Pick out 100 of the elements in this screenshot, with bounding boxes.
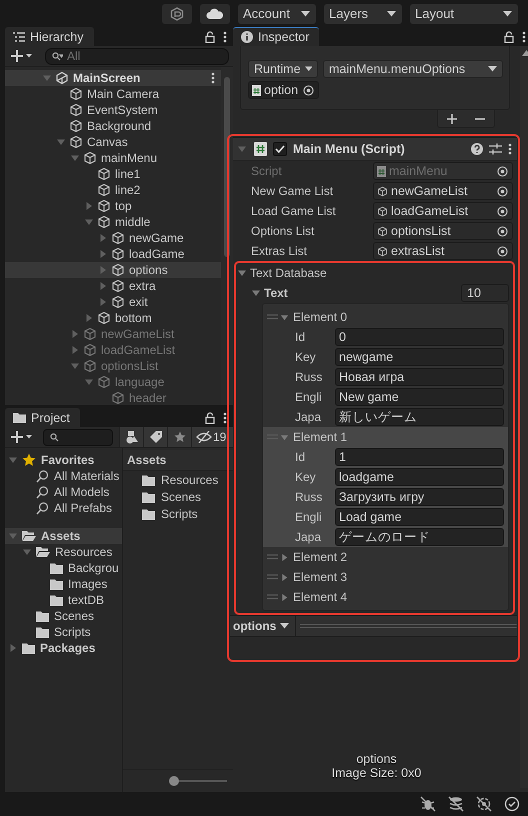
list-element[interactable]: Element 1 Id 1 Key loadgame Russ Загрузить игру Engli Load game Japa ゲームのロード	[263, 427, 508, 547]
text-field[interactable]: 0	[335, 328, 504, 346]
panel-tab[interactable]: Hierarchy	[5, 27, 94, 46]
folder-list-item[interactable]: Scripts	[123, 506, 233, 522]
panel-tab[interactable]: Inspector	[233, 27, 320, 46]
text-field[interactable]: Load game	[335, 508, 504, 526]
text-field[interactable]: Новая игра	[335, 368, 504, 386]
hierarchy-item[interactable]: EventSystem	[5, 102, 221, 118]
search-field[interactable]: All	[45, 48, 229, 64]
list-size-field[interactable]: 10	[461, 284, 509, 302]
hidden-count-button[interactable]: 19	[191, 427, 233, 447]
list-element[interactable]: Element 2	[263, 547, 508, 567]
target-icon[interactable]	[497, 246, 508, 256]
search-field[interactable]	[43, 428, 113, 446]
caret-right-icon[interactable]	[279, 572, 290, 582]
cloud-button[interactable]	[200, 4, 230, 24]
search-input[interactable]: All	[67, 49, 222, 63]
object-field[interactable]: newGameList	[373, 182, 513, 200]
text-field[interactable]: 1	[335, 448, 504, 466]
add-item-button[interactable]	[447, 114, 457, 124]
check-circle-icon[interactable]	[504, 796, 520, 812]
hierarchy-item[interactable]: exit	[5, 294, 221, 310]
caret-right-icon[interactable]	[279, 592, 290, 602]
tag-filter-button[interactable]	[143, 427, 167, 447]
scroll-up-icon[interactable]	[522, 50, 528, 56]
hierarchy-item[interactable]: top	[5, 198, 221, 214]
hexagon-logo-button[interactable]	[162, 4, 192, 24]
project-tree-item[interactable]: Favorites	[5, 452, 122, 468]
dropdown-button[interactable]: Account	[238, 4, 316, 24]
project-tree-item[interactable]: textDB	[5, 592, 122, 608]
target-icon[interactable]	[497, 166, 508, 176]
target-icon[interactable]	[303, 84, 314, 96]
folder-list-item[interactable]: Scenes	[123, 489, 233, 505]
panel-tab[interactable]: Project	[5, 408, 80, 427]
text-field[interactable]: Загрузить игру	[335, 488, 504, 506]
text-field[interactable]: newgame	[335, 348, 504, 366]
object-field[interactable]: loadGameList	[373, 202, 513, 220]
checkbox[interactable]	[273, 142, 287, 156]
target-icon[interactable]	[497, 186, 508, 196]
caret-right-icon[interactable]	[279, 552, 290, 562]
list-element[interactable]: Element 0 Id 0 Key newgame Russ Новая игра Engli New game Japa 新しいゲーム	[263, 307, 508, 427]
text-field[interactable]: ゲームのロード	[335, 528, 504, 546]
project-tree-item[interactable]: Backgrou	[5, 560, 122, 576]
text-field[interactable]: 新しいゲーム	[335, 408, 504, 426]
more-icon[interactable]	[223, 30, 227, 42]
list-element[interactable]: Element 3	[263, 567, 508, 587]
add-button[interactable]	[9, 431, 35, 443]
hierarchy-item[interactable]: bottom	[5, 310, 221, 326]
object-field[interactable]: option	[248, 81, 319, 99]
dropdown-button[interactable]: Layout	[410, 4, 518, 24]
hierarchy-item[interactable]: Main Camera	[5, 86, 221, 102]
hierarchy-item[interactable]: middle	[5, 214, 221, 230]
help-icon[interactable]	[471, 143, 483, 155]
drag-handle-icon[interactable]	[267, 594, 278, 600]
add-button[interactable]	[9, 50, 35, 62]
hierarchy-item[interactable]: options	[5, 262, 221, 278]
more-icon[interactable]	[508, 143, 512, 155]
network-crossed-icon[interactable]	[476, 796, 492, 812]
lock-icon[interactable]	[205, 30, 215, 42]
component-header[interactable]: Main Menu (Script)	[233, 137, 517, 161]
lock-icon[interactable]	[205, 412, 215, 424]
object-field[interactable]: extrasList	[373, 242, 513, 260]
target-icon[interactable]	[497, 206, 508, 216]
project-tree-item[interactable]: Scenes	[5, 608, 122, 624]
dropdown-button[interactable]: Layers	[324, 4, 402, 24]
project-tree-item[interactable]: Resources	[5, 544, 122, 560]
resize-grip-icon[interactable]	[300, 624, 517, 628]
project-tree-item[interactable]: Images	[5, 576, 122, 592]
hierarchy-item[interactable]: newGame	[5, 230, 221, 246]
object-field[interactable]: optionsList	[373, 222, 513, 240]
list-label[interactable]: Text	[264, 286, 288, 300]
sliders-icon[interactable]	[489, 143, 502, 155]
project-tree-item[interactable]: Packages	[5, 640, 122, 656]
folder-list-item[interactable]: Resources	[123, 472, 233, 488]
more-icon[interactable]	[522, 30, 526, 42]
hierarchy-item[interactable]: MainScreen	[5, 70, 221, 86]
project-tree-item[interactable]: All Materials	[5, 468, 122, 484]
hierarchy-item[interactable]: extra	[5, 278, 221, 294]
hierarchy-item[interactable]: loadGame	[5, 246, 221, 262]
dropdown[interactable]: options	[230, 616, 296, 636]
text-field[interactable]: New game	[335, 388, 504, 406]
slider-thumb[interactable]	[169, 776, 179, 786]
foldout-label[interactable]: Text Database	[250, 266, 327, 280]
drag-handle-icon[interactable]	[267, 554, 278, 560]
hierarchy-item[interactable]: Background	[5, 118, 221, 134]
dropdown[interactable]: mainMenu.menuOptions	[323, 60, 503, 78]
star-filter-button[interactable]	[167, 427, 191, 447]
list-element[interactable]: Element 4	[263, 587, 508, 607]
shapes-filter-button[interactable]	[119, 427, 143, 447]
more-icon[interactable]	[223, 412, 227, 424]
hierarchy-item[interactable]: mainMenu	[5, 150, 221, 166]
hierarchy-item[interactable]: line1	[5, 166, 221, 182]
hierarchy-item[interactable]: line2	[5, 182, 221, 198]
database-crossed-icon[interactable]	[448, 796, 464, 812]
lock-icon[interactable]	[504, 30, 514, 42]
target-icon[interactable]	[497, 226, 508, 236]
project-tree-item[interactable]: All Prefabs	[5, 500, 122, 516]
drag-handle-icon[interactable]	[267, 574, 278, 580]
bug-crossed-icon[interactable]	[420, 796, 436, 812]
project-tree-item[interactable]: Assets	[5, 528, 122, 544]
